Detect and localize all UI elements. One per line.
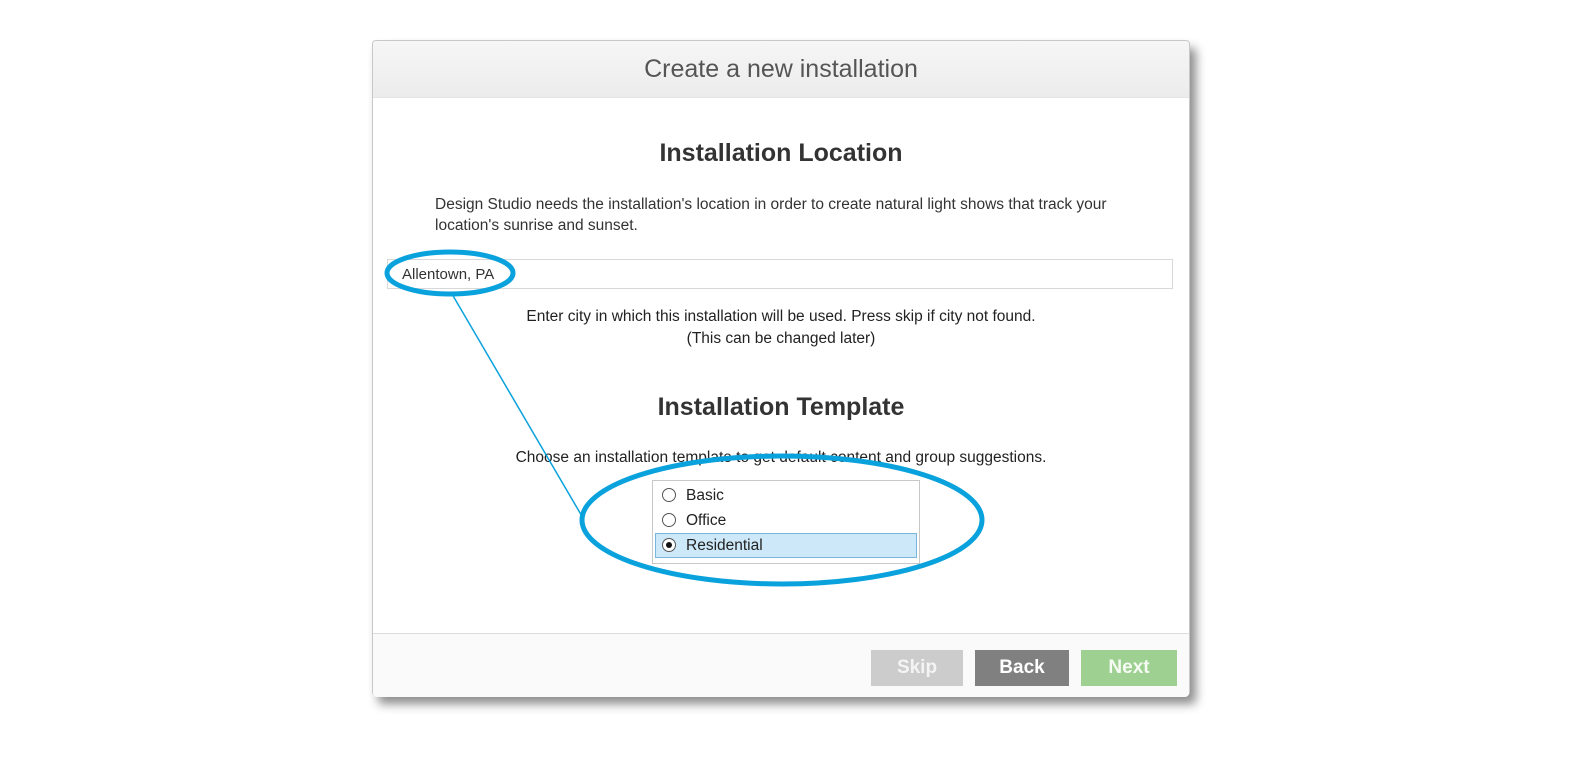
location-description: Design Studio needs the installation's l… <box>435 196 1107 234</box>
dialog-footer: Skip Back Next <box>373 633 1189 697</box>
template-description: Choose an installation template to get d… <box>515 449 1047 466</box>
create-installation-dialog: Create a new installation Installation L… <box>372 40 1190 697</box>
radio-basic[interactable] <box>662 488 676 502</box>
skip-button[interactable]: Skip <box>871 650 963 686</box>
template-list: Basic Office Residential <box>652 480 920 564</box>
stage: Create a new installation Installation L… <box>0 0 1586 766</box>
radio-selected-dot <box>666 542 672 548</box>
template-option-label: Basic <box>686 487 724 504</box>
back-button[interactable]: Back <box>975 650 1069 686</box>
template-option-label: Office <box>686 512 727 529</box>
location-input[interactable] <box>387 259 1173 289</box>
location-hint: Enter city in which this installation wi… <box>373 306 1189 350</box>
template-option-label: Residential <box>686 537 763 554</box>
location-heading: Installation Location <box>659 139 903 167</box>
template-heading: Installation Template <box>657 393 905 421</box>
template-option-residential[interactable]: Residential <box>655 533 917 558</box>
template-option-office[interactable]: Office <box>655 508 917 533</box>
location-hint-line1: Enter city in which this installation wi… <box>526 308 1036 325</box>
next-button[interactable]: Next <box>1081 650 1177 686</box>
template-option-basic[interactable]: Basic <box>655 483 917 508</box>
location-hint-line2: (This can be changed later) <box>686 330 876 347</box>
radio-office[interactable] <box>662 513 676 527</box>
radio-residential[interactable] <box>662 538 676 552</box>
dialog-title: Create a new installation <box>373 41 1189 98</box>
